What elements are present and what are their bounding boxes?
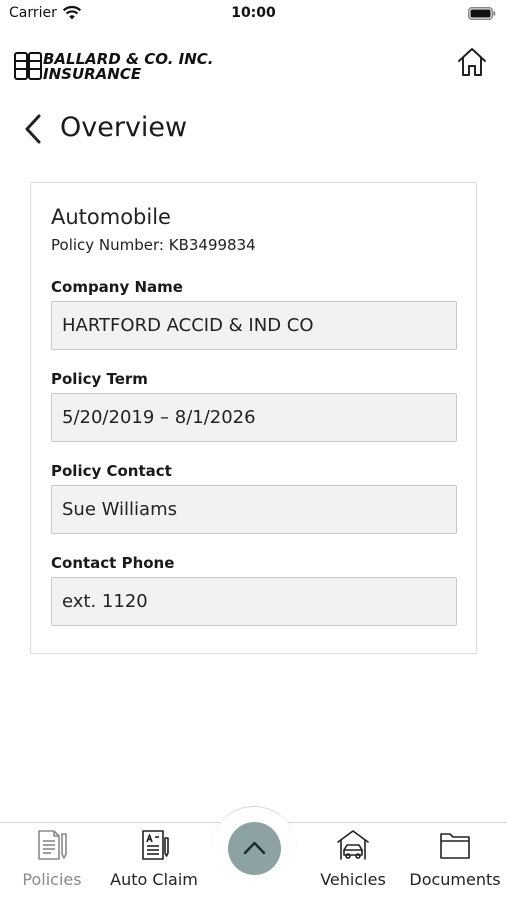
policy-contact-label: Policy Contact [51,462,172,480]
back-button[interactable] [22,112,46,146]
chevron-up-icon [243,841,266,855]
svg-text:INSURANCE: INSURANCE [43,65,142,82]
policy-number: Policy Number: KB3499834 [51,236,256,254]
tab-policies[interactable]: Policies [14,828,90,894]
page-title-row: Overview [0,106,507,152]
company-name-value: HARTFORD ACCID & IND CO [51,301,457,350]
policy-term-value: 5/20/2019 – 8/1/2026 [51,393,457,442]
contact-phone-label: Contact Phone [51,554,175,572]
page-title: Overview [60,112,188,143]
app-header: BALLARD & CO. INC. INSURANCE [0,40,507,90]
contact-phone-value: ext. 1120 [51,577,457,626]
tab-vehicles[interactable]: Vehicles [316,828,390,894]
folder-icon [440,833,470,859]
home-button[interactable] [455,45,489,79]
policy-term-field: Policy Term 5/20/2019 – 8/1/2026 [51,370,457,442]
tab-auto-claim-label: Auto Claim [110,870,198,889]
battery-icon [468,7,496,20]
policy-contact-field: Policy Contact Sue Williams [51,462,457,534]
company-name-label: Company Name [51,278,183,296]
policy-contact-value: Sue Williams [51,485,457,534]
home-icon [458,48,486,76]
policy-term-label: Policy Term [51,370,148,388]
chevron-left-icon [25,114,41,144]
car-garage-icon [337,830,369,860]
policy-card: Automobile Policy Number: KB3499834 Comp… [30,182,477,654]
company-logo: BALLARD & CO. INC. INSURANCE [14,50,214,82]
claim-form-icon [142,830,169,860]
tab-auto-claim[interactable]: Auto Claim [106,828,202,894]
tab-policies-label: Policies [22,870,82,889]
tab-documents[interactable]: Documents [406,828,504,894]
status-bar: Carrier 10:00 [0,0,507,28]
tab-vehicles-label: Vehicles [320,870,386,889]
status-time: 10:00 [231,5,276,21]
tab-documents-label: Documents [409,870,501,889]
contact-phone-field: Contact Phone ext. 1120 [51,554,457,626]
expand-menu-button[interactable] [228,822,281,875]
policy-type: Automobile [51,205,171,229]
document-pen-icon [38,830,67,860]
company-name-field: Company Name HARTFORD ACCID & IND CO [51,278,457,350]
